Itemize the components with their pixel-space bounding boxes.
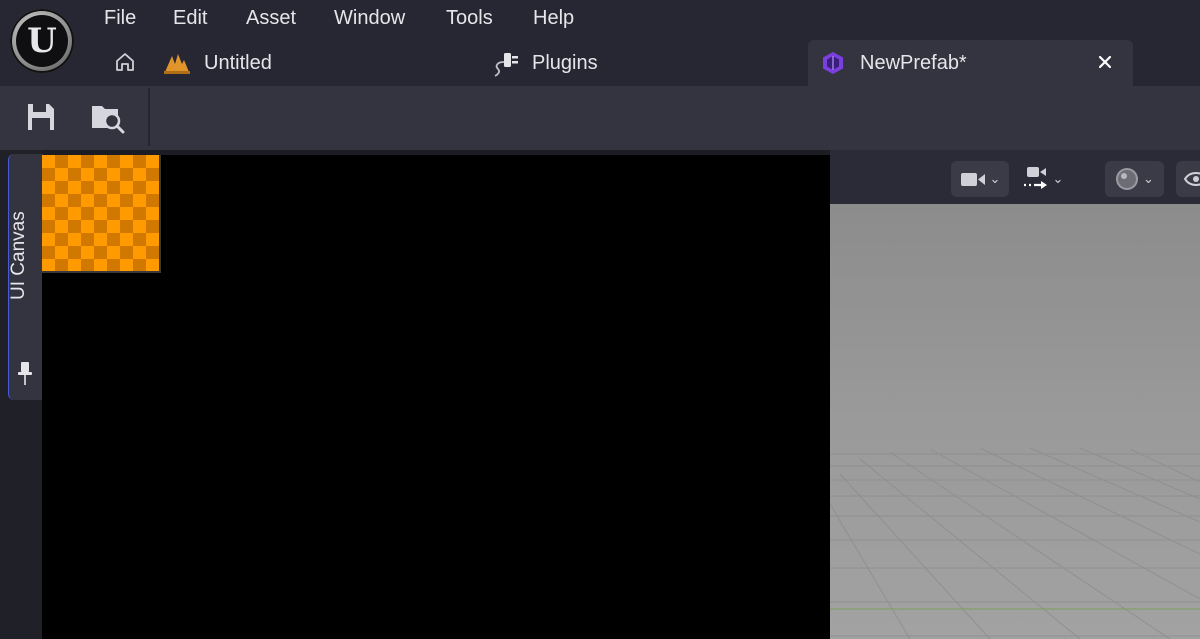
lighting-icon — [1115, 167, 1139, 191]
chevron-down-icon: ⌄ — [1052, 171, 1064, 186]
toolbar — [0, 86, 1200, 150]
unreal-logo[interactable]: U — [10, 9, 74, 73]
tab-untitled[interactable]: Untitled — [164, 40, 464, 86]
texture-thumbnail — [42, 155, 161, 273]
browse-content-icon[interactable] — [90, 100, 126, 134]
eye-icon — [1183, 171, 1200, 187]
tab-plugins-label: Plugins — [532, 51, 598, 74]
pin-icon[interactable] — [16, 360, 34, 388]
menu-asset[interactable]: Asset — [246, 6, 296, 30]
level-icon — [164, 52, 190, 74]
close-icon[interactable] — [1097, 52, 1113, 72]
menu-file[interactable]: File — [104, 6, 136, 30]
camera-icon — [960, 170, 986, 188]
menu-tools[interactable]: Tools — [446, 6, 493, 30]
home-icon[interactable] — [114, 51, 136, 73]
menu-help[interactable]: Help — [533, 6, 574, 30]
camera-button[interactable]: ⌄ — [951, 161, 1009, 197]
save-icon[interactable] — [26, 101, 56, 133]
camera-move-button[interactable]: ⌄ — [1018, 161, 1066, 197]
viewport-grid — [830, 447, 1200, 639]
show-button[interactable] — [1176, 161, 1200, 197]
plugin-icon — [492, 49, 520, 77]
tab-plugins[interactable]: Plugins — [492, 40, 792, 86]
prefab-icon — [820, 50, 846, 76]
camera-move-icon — [1021, 165, 1049, 193]
chevron-down-icon: ⌄ — [989, 171, 1001, 186]
toolbar-divider — [148, 88, 150, 146]
tab-untitled-label: Untitled — [204, 51, 272, 74]
lighting-button[interactable]: ⌄ — [1105, 161, 1164, 197]
3d-viewport[interactable] — [830, 204, 1200, 639]
tab-newprefab[interactable]: NewPrefab* — [808, 40, 1133, 86]
tab-newprefab-label: NewPrefab* — [860, 51, 967, 74]
chevron-down-icon: ⌄ — [1143, 171, 1154, 186]
unreal-logo-glyph: U — [16, 15, 68, 67]
menu-edit[interactable]: Edit — [173, 6, 207, 30]
menu-window[interactable]: Window — [334, 6, 405, 30]
ui-canvas-tab-label: UI Canvas — [8, 211, 29, 300]
